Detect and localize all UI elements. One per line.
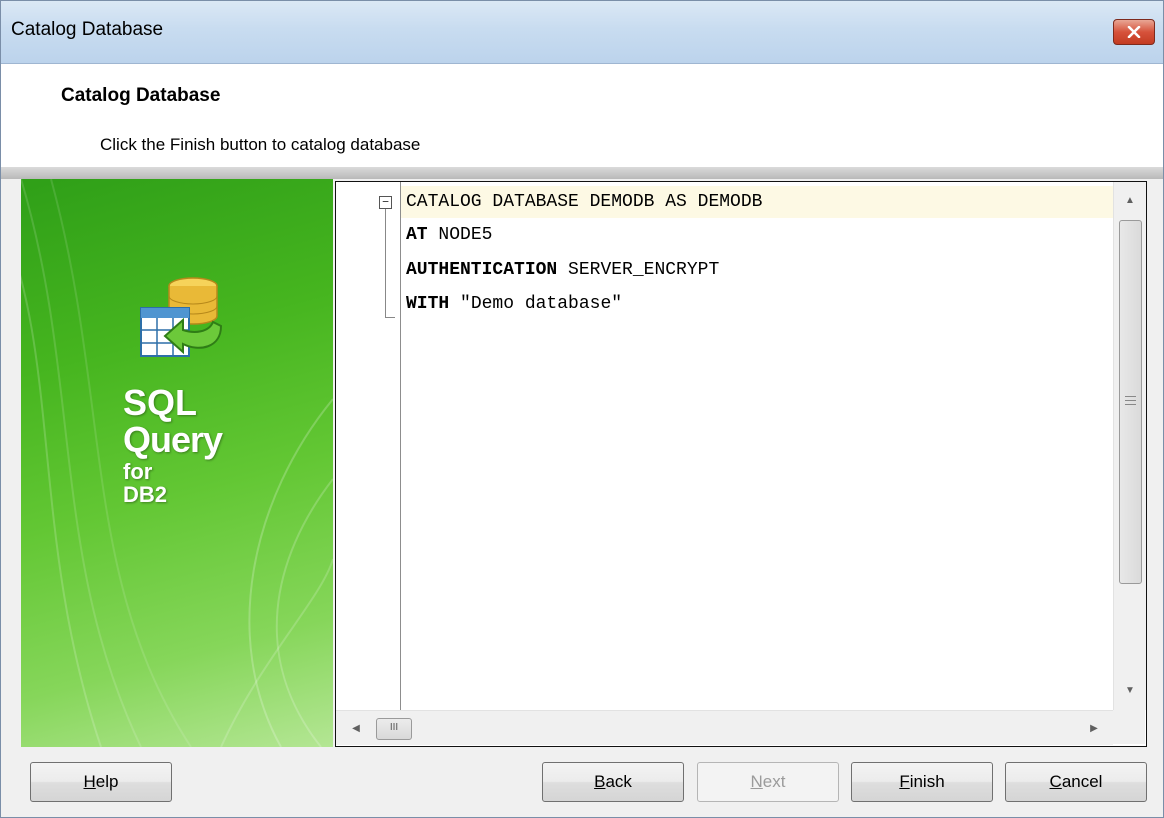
back-button-label: ack — [605, 772, 632, 791]
close-button[interactable] — [1113, 19, 1155, 45]
fold-end — [385, 317, 395, 318]
back-button-mnemonic: B — [594, 772, 606, 791]
horizontal-scroll-thumb[interactable]: III — [376, 718, 412, 740]
grip-icon — [1125, 396, 1136, 406]
brand-line-3: for — [123, 459, 153, 484]
scrollbar-corner — [1113, 710, 1145, 744]
collapse-icon[interactable]: − — [379, 196, 392, 209]
product-banner: SQL Query for DB2 — [21, 179, 333, 747]
help-button[interactable]: Help — [30, 762, 172, 802]
next-button-mnemonic: N — [750, 772, 763, 791]
editor-gutter: − — [336, 182, 401, 710]
product-name: SQL Query for DB2 — [123, 382, 223, 507]
scroll-down-icon[interactable]: ▼ — [1114, 674, 1146, 706]
cancel-button[interactable]: Cancel — [1005, 762, 1147, 802]
scroll-up-icon[interactable]: ▲ — [1114, 184, 1146, 216]
cancel-button-mnemonic: C — [1049, 772, 1062, 791]
finish-button-label: inish — [909, 772, 945, 791]
sql-editor[interactable]: − CATALOG DATABASE DEMODB AS DEMODB AT N… — [335, 181, 1147, 747]
code-line[interactable]: CATALOG DATABASE DEMODB AS DEMODB — [401, 186, 1113, 218]
help-button-mnemonic: H — [83, 772, 96, 791]
finish-button[interactable]: Finish — [851, 762, 993, 802]
database-import-icon — [140, 277, 223, 357]
help-button-label: elp — [95, 772, 119, 791]
horizontal-scrollbar[interactable]: ◀ III ▶ — [336, 710, 1113, 745]
cancel-button-label: ancel — [1061, 772, 1103, 791]
vertical-scroll-thumb[interactable] — [1119, 220, 1142, 584]
code-line[interactable]: AT NODE5 — [401, 219, 1113, 251]
brand-line-2: Query — [123, 419, 223, 460]
page-description: Click the Finish button to catalog datab… — [100, 135, 421, 154]
page-title: Catalog Database — [61, 85, 221, 106]
brand-line-1: SQL — [123, 382, 198, 423]
back-button[interactable]: Back — [542, 762, 684, 802]
window-title: Catalog Database — [11, 19, 164, 40]
scroll-left-icon[interactable]: ◀ — [340, 712, 372, 744]
code-line[interactable]: WITH "Demo database" — [401, 288, 1113, 320]
title-bar[interactable]: Catalog Database — [1, 1, 1163, 64]
next-button[interactable]: Next — [697, 762, 839, 802]
scroll-right-icon[interactable]: ▶ — [1078, 712, 1110, 744]
next-button-label: ext — [762, 772, 786, 791]
editor-text-area[interactable]: CATALOG DATABASE DEMODB AS DEMODB AT NOD… — [401, 182, 1113, 710]
vertical-scrollbar[interactable]: ▲ ▼ — [1113, 182, 1146, 710]
wizard-header: Catalog Database Click the Finish button… — [1, 64, 1163, 167]
brand-line-4: DB2 — [123, 482, 168, 507]
fold-line — [385, 209, 386, 317]
close-icon — [1127, 26, 1141, 38]
catalog-database-dialog: Catalog Database Catalog Database Click … — [0, 0, 1164, 818]
header-divider — [1, 167, 1163, 179]
code-line[interactable]: AUTHENTICATION SERVER_ENCRYPT — [401, 254, 1113, 286]
finish-button-mnemonic: F — [899, 772, 910, 791]
